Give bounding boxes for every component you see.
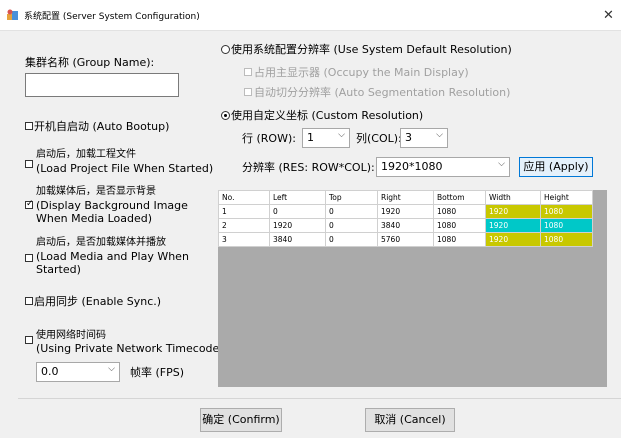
table-row[interactable]: 1 0 0 1920 1080 1920 1080 — [218, 204, 593, 219]
custom-resolution-radio[interactable] — [221, 111, 230, 120]
enable-sync-checkbox[interactable] — [25, 297, 33, 305]
row-select[interactable]: 1 ⌵ — [302, 128, 350, 148]
cell-width: 1920 — [485, 232, 541, 247]
cell-top: 0 — [325, 204, 378, 219]
fps-label: 帧率 (FPS) — [130, 366, 185, 379]
col-header-width: Width — [485, 190, 541, 205]
load-project-label-en: (Load Project File When Started) — [36, 162, 214, 175]
cell-left: 3840 — [269, 232, 326, 247]
load-play-checkbox[interactable] — [25, 254, 33, 262]
col-header-bottom: Bottom — [433, 190, 486, 205]
table-row[interactable]: 2 1920 0 3840 1080 1920 1080 — [218, 218, 593, 233]
apply-button[interactable]: 应用 (Apply) — [519, 157, 593, 177]
cell-no: 1 — [218, 204, 270, 219]
chevron-down-icon: ⌵ — [436, 130, 443, 140]
display-bg-checkbox[interactable] — [25, 199, 34, 209]
fps-select[interactable]: 0.0 ⌵ — [36, 362, 120, 382]
resolution-value: 1920*1080 — [381, 160, 443, 173]
resolution-select[interactable]: 1920*1080 ⌵ — [376, 157, 510, 177]
cell-bottom: 1080 — [433, 232, 486, 247]
cell-height: 1080 — [540, 218, 593, 233]
cell-bottom: 1080 — [433, 218, 486, 233]
enable-sync-label: 启用同步 (Enable Sync.) — [34, 295, 162, 308]
col-select[interactable]: 3 ⌵ — [400, 128, 448, 148]
load-project-checkbox[interactable] — [25, 160, 33, 168]
display-bg-label-en1: (Display Background Image — [36, 199, 188, 212]
system-resolution-radio[interactable] — [221, 45, 230, 54]
auto-seg-checkbox[interactable] — [244, 88, 252, 96]
app-icon — [7, 9, 18, 20]
close-icon[interactable]: ✕ — [603, 8, 614, 23]
cell-right: 3840 — [377, 218, 434, 233]
cell-no: 3 — [218, 232, 270, 247]
load-play-label-en2: Started) — [36, 263, 81, 276]
col-header-right: Right — [377, 190, 434, 205]
window-title: 系统配置 (Server System Configuration) — [24, 12, 200, 22]
load-project-label-cn: 启动后，加载工程文件 — [36, 149, 136, 160]
cell-left: 1920 — [269, 218, 326, 233]
cell-right: 1920 — [377, 204, 434, 219]
divider — [18, 398, 621, 399]
display-bg-label-cn: 加载媒体后，是否显示背景 — [36, 186, 156, 197]
display-bg-label-en2: When Media Loaded) — [36, 212, 153, 225]
cell-height: 1080 — [540, 204, 593, 219]
row-value: 1 — [307, 131, 314, 144]
cell-height: 1080 — [540, 232, 593, 247]
col-header-height: Height — [540, 190, 593, 205]
load-play-label-en1: (Load Media and Play When — [36, 250, 189, 263]
timecode-label-en: (Using Private Network Timecode) — [36, 342, 224, 355]
col-header-left: Left — [269, 190, 326, 205]
occupy-main-checkbox[interactable] — [244, 68, 252, 76]
cell-width: 1920 — [485, 218, 541, 233]
cell-top: 0 — [325, 232, 378, 247]
col-value: 3 — [405, 131, 412, 144]
system-resolution-label: 使用系统配置分辨率 (Use System Default Resolution… — [231, 43, 512, 56]
cell-right: 5760 — [377, 232, 434, 247]
cell-no: 2 — [218, 218, 270, 233]
occupy-main-label: 占用主显示器 (Occupy the Main Display) — [254, 66, 469, 79]
table-header-row: No. Left Top Right Bottom Width Height — [218, 190, 593, 205]
timecode-checkbox[interactable] — [25, 336, 33, 344]
cell-bottom: 1080 — [433, 204, 486, 219]
cell-left: 0 — [269, 204, 326, 219]
chevron-down-icon: ⌵ — [498, 159, 505, 169]
fps-value: 0.0 — [41, 365, 59, 378]
col-label: 列(COL): — [356, 132, 402, 145]
cell-top: 0 — [325, 218, 378, 233]
resolution-label: 分辨率 (RES: ROW*COL): — [242, 161, 375, 174]
table-row[interactable]: 3 3840 0 5760 1080 1920 1080 — [218, 232, 593, 247]
auto-bootup-checkbox[interactable] — [25, 122, 33, 130]
resolution-table: No. Left Top Right Bottom Width Height 1… — [218, 190, 593, 247]
group-name-input[interactable] — [25, 73, 179, 97]
timecode-label-cn: 使用网络时间码 — [36, 330, 106, 341]
cancel-button[interactable]: 取消 (Cancel) — [365, 408, 455, 432]
chevron-down-icon: ⌵ — [338, 130, 345, 140]
col-header-no: No. — [218, 190, 270, 205]
custom-resolution-label: 使用自定义坐标 (Custom Resolution) — [231, 109, 424, 122]
row-label: 行 (ROW): — [242, 132, 296, 145]
auto-bootup-label: 开机自启动 (Auto Bootup) — [34, 120, 170, 133]
group-name-label: 集群名称 (Group Name): — [25, 56, 155, 69]
load-play-label-cn: 启动后，是否加载媒体并播放 — [36, 237, 166, 248]
cell-width: 1920 — [485, 204, 541, 219]
auto-seg-label: 自动切分分辨率 (Auto Segmentation Resolution) — [254, 86, 511, 99]
confirm-button[interactable]: 确定 (Confirm) — [200, 408, 282, 432]
chevron-down-icon: ⌵ — [108, 364, 115, 374]
col-header-top: Top — [325, 190, 378, 205]
